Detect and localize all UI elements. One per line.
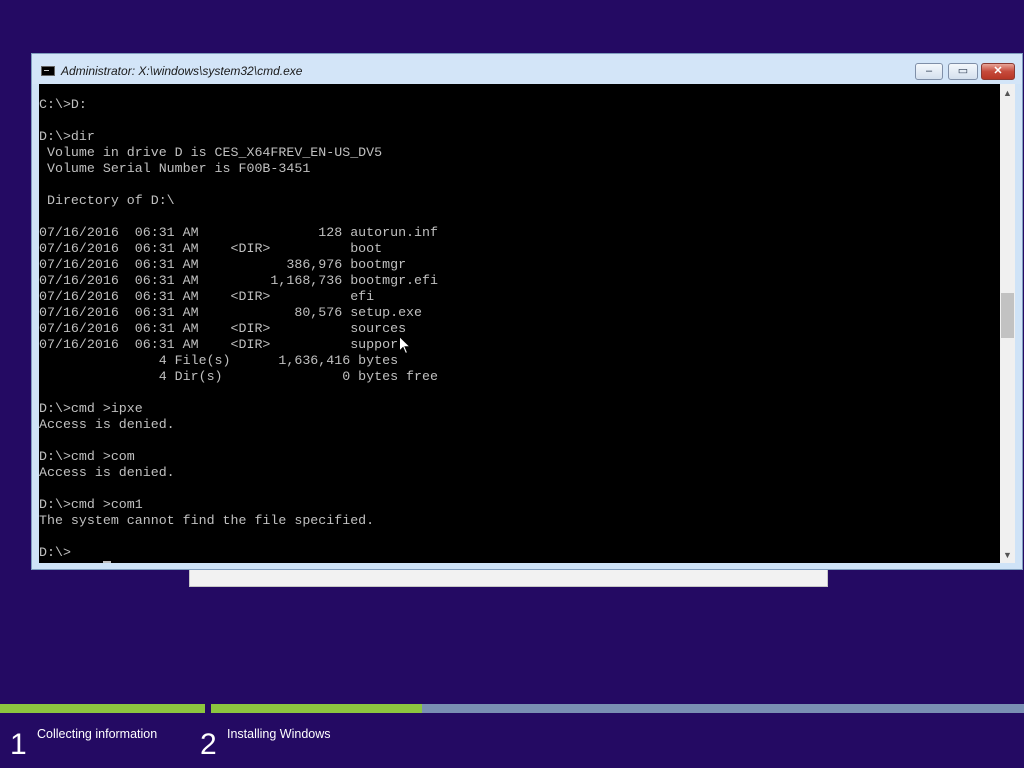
step-label: Installing Windows [227,727,331,741]
mouse-pointer-icon [399,336,411,355]
maximize-button[interactable]: ▭ [948,63,978,80]
vertical-scrollbar[interactable]: ▲ ▼ [1000,84,1015,563]
step1-progress [0,704,205,713]
step-number: 1 [10,728,27,761]
maximize-icon: ▭ [957,65,969,77]
close-button[interactable]: ✕ [981,63,1015,80]
window-title: Administrator: X:\windows\system32\cmd.e… [61,64,303,78]
step2-progress-fill [211,704,423,713]
minimize-icon: – [925,65,933,77]
cmd-window: Administrator: X:\windows\system32\cmd.e… [31,53,1023,570]
title-bar[interactable]: Administrator: X:\windows\system32\cmd.e… [32,54,1022,84]
setup-progress-bar [0,702,1024,713]
step-number: 2 [200,728,217,761]
console-text: C:\>D: D:\>dir Volume in drive D is CES_… [39,97,438,560]
console-icon [41,66,55,76]
text-cursor [103,561,111,563]
chevron-up-icon: ▲ [1003,88,1012,98]
scrollbar-thumb[interactable] [1001,293,1014,338]
scroll-up-button[interactable]: ▲ [1000,85,1015,101]
chevron-down-icon: ▼ [1003,550,1012,560]
close-icon: ✕ [993,65,1003,77]
step-label: Collecting information [37,727,158,741]
console-output[interactable]: C:\>D: D:\>dir Volume in drive D is CES_… [39,84,1000,563]
step2-progress [211,704,1024,713]
minimize-button[interactable]: – [915,63,943,80]
scroll-down-button[interactable]: ▼ [1000,547,1015,563]
